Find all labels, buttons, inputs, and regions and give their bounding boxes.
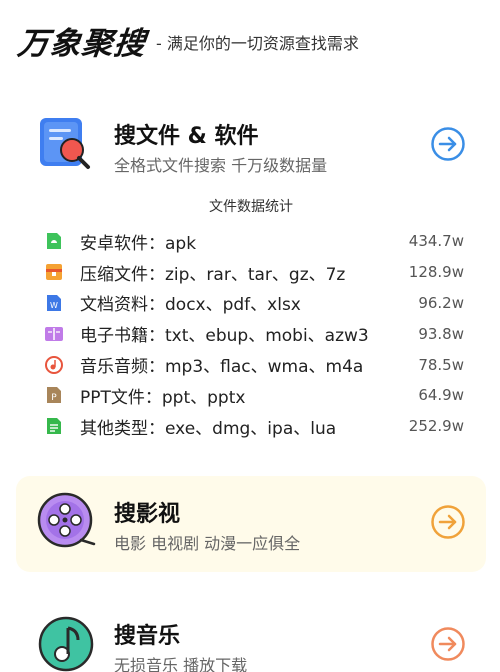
- search-files-subtitle: 全格式文件搜索 千万级数据量: [114, 156, 328, 175]
- stat-count: 64.9w: [418, 386, 464, 405]
- list-item: 压缩文件：zip、rar、tar、gz、7z 128.9w: [44, 257, 464, 288]
- app-header: 万象聚搜 - 满足你的一切资源查找需求: [15, 18, 359, 62]
- music-note-icon: [38, 616, 94, 672]
- film-reel-icon: [37, 492, 96, 548]
- list-item: 音乐音频：mp3、flac、wma、m4a 78.5w: [44, 349, 464, 380]
- file-search-icon: [40, 118, 90, 169]
- svg-text:W: W: [50, 301, 58, 310]
- archive-file-icon: [46, 264, 62, 281]
- list-item: 安卓软件：apk 434.7w: [44, 226, 464, 257]
- search-music-card[interactable]: 搜音乐 无损音乐 播放下载: [16, 598, 486, 672]
- word-doc-icon: W: [47, 294, 61, 311]
- search-files-card[interactable]: 搜文件 & 软件 全格式文件搜索 千万级数据量 文件数据统计 安卓软件：apk …: [16, 92, 486, 470]
- file-stats-title: 文件数据统计: [209, 199, 293, 215]
- search-video-subtitle: 电影 电视剧 动漫一应俱全: [114, 534, 301, 553]
- stat-label: PPT文件：ppt、pptx: [80, 387, 246, 408]
- other-file-icon: [47, 418, 61, 435]
- stat-count: 93.8w: [418, 324, 464, 343]
- stat-label: 安卓软件：apk: [80, 233, 197, 254]
- search-files-header[interactable]: 搜文件 & 软件 全格式文件搜索 千万级数据量: [36, 112, 466, 178]
- android-file-icon: [47, 233, 61, 250]
- stat-count: 434.7w: [408, 232, 464, 251]
- stat-label: 电子书籍：txt、ebup、mobi、azw3: [80, 326, 369, 347]
- music-disc-icon: [45, 355, 63, 374]
- arrow-right-circle-icon[interactable]: [430, 626, 466, 662]
- search-files-title: 搜文件 & 软件: [114, 124, 259, 149]
- ppt-file-icon: P: [47, 387, 61, 404]
- stat-label: 压缩文件：zip、rar、tar、gz、7z: [80, 264, 346, 285]
- stat-label: 文档资料：docx、pdf、xlsx: [80, 295, 301, 316]
- search-video-header[interactable]: 搜影视 电影 电视剧 动漫一应俱全: [36, 490, 466, 556]
- search-music-header[interactable]: 搜音乐 无损音乐 播放下载: [36, 612, 466, 672]
- arrow-right-circle-icon[interactable]: [430, 126, 466, 162]
- stat-count: 128.9w: [408, 263, 464, 282]
- list-item: P PPT文件：ppt、pptx 64.9w: [44, 380, 464, 411]
- search-video-title: 搜影视: [114, 502, 181, 527]
- file-stats-list: 安卓软件：apk 434.7w 压缩文件：zip、rar、tar、gz、7z 1…: [44, 226, 464, 442]
- stat-count: 78.5w: [418, 355, 464, 374]
- stat-count: 96.2w: [418, 293, 464, 312]
- ebook-icon: [45, 326, 63, 341]
- search-music-title: 搜音乐: [114, 624, 181, 649]
- list-item: 其他类型：exe、dmg、ipa、lua 252.9w: [44, 411, 464, 442]
- brand-slogan: - 满足你的一切资源查找需求: [156, 34, 359, 53]
- search-video-card[interactable]: 搜影视 电影 电视剧 动漫一应俱全: [16, 476, 486, 572]
- stat-label: 音乐音频：mp3、flac、wma、m4a: [80, 357, 364, 378]
- stat-label: 其他类型：exe、dmg、ipa、lua: [80, 418, 337, 439]
- list-item: W 文档资料：docx、pdf、xlsx 96.2w: [44, 288, 464, 319]
- search-music-subtitle: 无损音乐 播放下载: [114, 656, 248, 672]
- brand-logo: 万象聚搜: [15, 25, 148, 62]
- list-item: 电子书籍：txt、ebup、mobi、azw3 93.8w: [44, 318, 464, 349]
- svg-text:P: P: [51, 393, 57, 403]
- stat-count: 252.9w: [408, 417, 464, 436]
- arrow-right-circle-icon[interactable]: [430, 504, 466, 540]
